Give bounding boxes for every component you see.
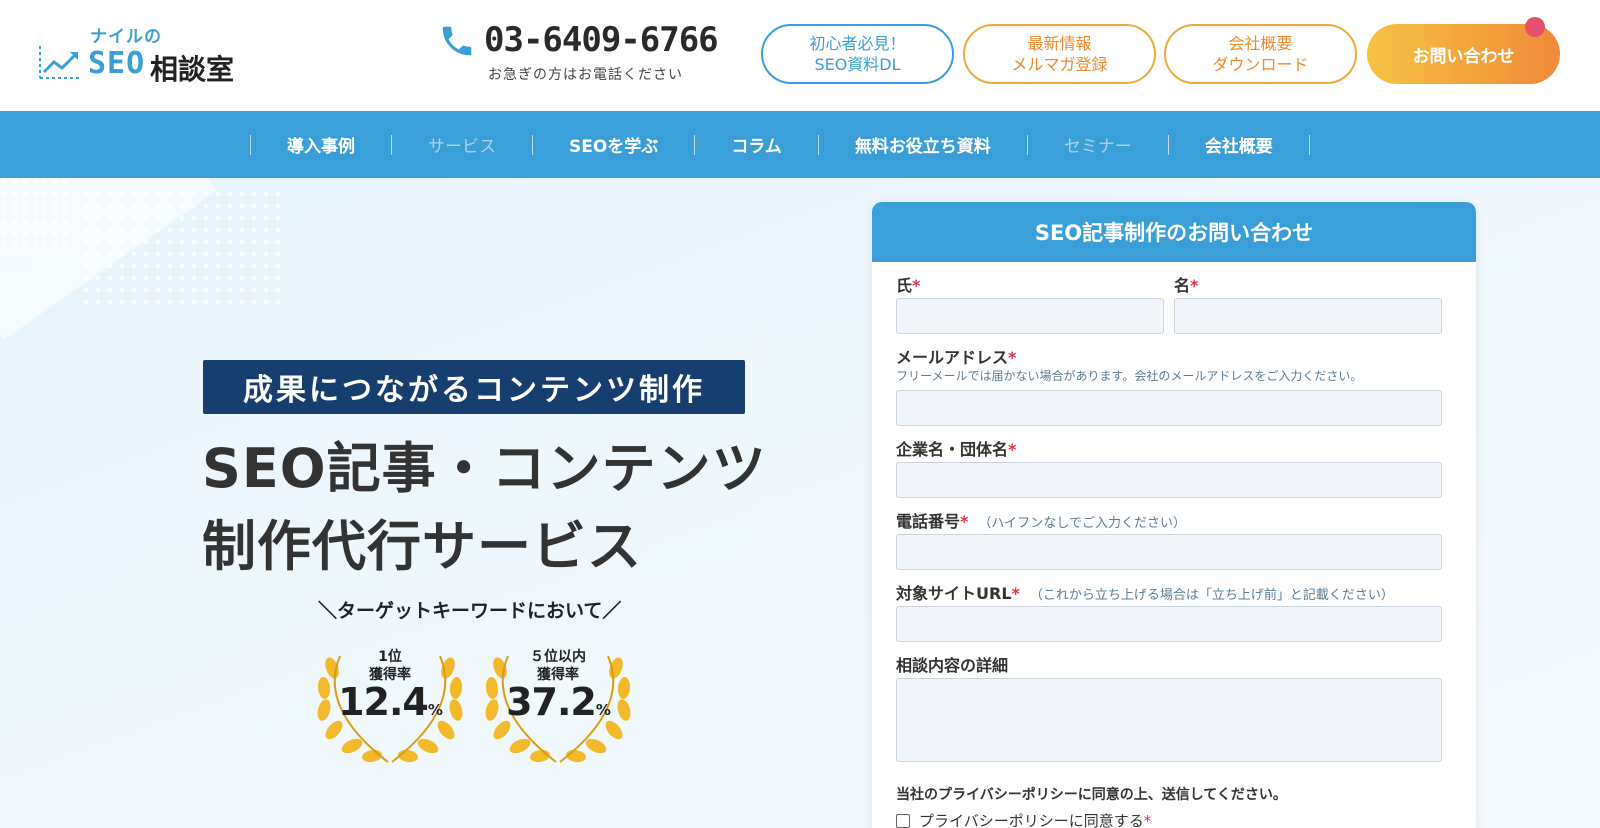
- nav-item-seminar[interactable]: セミナー: [1028, 132, 1168, 157]
- consent-text: 当社のプライバシーポリシーに同意の上、送信してください。: [896, 787, 1287, 803]
- first-name-input[interactable]: [1174, 298, 1442, 334]
- main-nav: 導入事例 サービス SEOを学ぶ コラム 無料お役立ち資料 セミナー 会社概要: [0, 111, 1600, 178]
- logo-seo-text: SEO: [88, 46, 146, 81]
- nav-item-company[interactable]: 会社概要: [1169, 132, 1309, 157]
- phone-label: 電話番号* （ハイフンなしでご入力ください）: [896, 512, 1187, 531]
- details-textarea[interactable]: [896, 678, 1442, 762]
- form-title: SEO記事制作のお問い合わせ: [872, 202, 1476, 262]
- first-name-label: 名*: [1174, 276, 1199, 295]
- nav-item-free-materials[interactable]: 無料お役立ち資料: [819, 132, 1027, 157]
- notification-dot: [1525, 17, 1545, 37]
- hero-tagline: 成果につながるコンテンツ制作: [203, 360, 745, 414]
- decorative-dots: [0, 178, 70, 248]
- email-note: フリーメールでは届かない場合があります。会社のメールアドレスをご入力ください。: [896, 369, 1363, 383]
- company-overview-download-button[interactable]: 会社概要 ダウンロード: [1164, 24, 1357, 84]
- trend-chart-icon: [39, 46, 80, 79]
- company-input[interactable]: [896, 462, 1442, 498]
- award-value: 37.2%: [506, 680, 611, 724]
- award-badge-top5: ５位以内 獲得率 37.2%: [478, 628, 638, 768]
- contact-form: SEO記事制作のお問い合わせ 氏* 名* メールアドレス* フリーメールでは届か…: [872, 202, 1476, 828]
- logo-top-text: ナイルの: [90, 27, 162, 47]
- phone-contact[interactable]: 03-6409-6766 お急ぎの方はお電話ください: [438, 20, 719, 86]
- phone-subtext: お急ぎの方はお電話ください: [488, 67, 683, 83]
- award-heading: ＼ターゲットキーワードにおいて／: [318, 600, 622, 622]
- nav-item-column[interactable]: コラム: [695, 132, 818, 157]
- button-line2: ダウンロード: [1212, 55, 1309, 74]
- decorative-dots: [80, 188, 280, 308]
- newsletter-signup-button[interactable]: 最新情報 メルマガ登録: [963, 24, 1156, 84]
- award-value: 12.4%: [338, 680, 443, 724]
- site-logo[interactable]: ナイルの SEO 相談室: [38, 22, 248, 86]
- hero-title-line1: SEO記事・コンテンツ: [202, 437, 767, 500]
- email-input[interactable]: [896, 390, 1442, 426]
- button-line1: 最新情報: [1027, 34, 1092, 53]
- site-url-input[interactable]: [896, 606, 1442, 642]
- award-badge-rank1: 1位 獲得率 12.4%: [310, 628, 470, 768]
- hero-title-line2: 制作代行サービス: [202, 515, 642, 578]
- company-label: 企業名・団体名*: [896, 440, 1017, 459]
- details-label: 相談内容の詳細: [896, 656, 1009, 675]
- site-url-label: 対象サイトURL* （これから立ち上げる場合は「立ち上げ前」と記載ください）: [896, 584, 1394, 603]
- award-label: 1位: [378, 649, 402, 665]
- award-label: ５位以内: [530, 649, 586, 665]
- site-header: ナイルの SEO 相談室 03-6409-6766 お急ぎの方はお電話ください …: [0, 0, 1600, 111]
- nav-item-services[interactable]: サービス: [392, 132, 532, 157]
- privacy-checkbox-label: プライバシーポリシーに同意する: [919, 812, 1144, 828]
- privacy-checkbox[interactable]: [896, 813, 910, 828]
- hero-title: SEO記事・コンテンツ 制作代行サービス: [202, 430, 767, 586]
- phone-icon: [442, 26, 472, 56]
- button-line1: 会社概要: [1228, 34, 1293, 53]
- button-line2: メルマガ登録: [1011, 55, 1108, 74]
- button-line1: 初心者必見！: [809, 34, 906, 53]
- email-label: メールアドレス*: [896, 348, 1017, 367]
- last-name-input[interactable]: [896, 298, 1164, 334]
- phone-input[interactable]: [896, 534, 1442, 570]
- last-name-label: 氏*: [896, 276, 921, 295]
- privacy-agree-row[interactable]: プライバシーポリシーに同意する *: [896, 810, 1151, 828]
- phone-number[interactable]: 03-6409-6766: [484, 20, 719, 60]
- nav-separator: [1308, 134, 1310, 155]
- button-line2: SEO資料DL: [814, 55, 901, 74]
- nav-item-learn-seo[interactable]: SEOを学ぶ: [533, 132, 694, 157]
- seo-material-download-button[interactable]: 初心者必見！ SEO資料DL: [761, 24, 954, 84]
- nav-item-case-studies[interactable]: 導入事例: [251, 132, 391, 157]
- logo-jp-text: 相談室: [150, 53, 235, 86]
